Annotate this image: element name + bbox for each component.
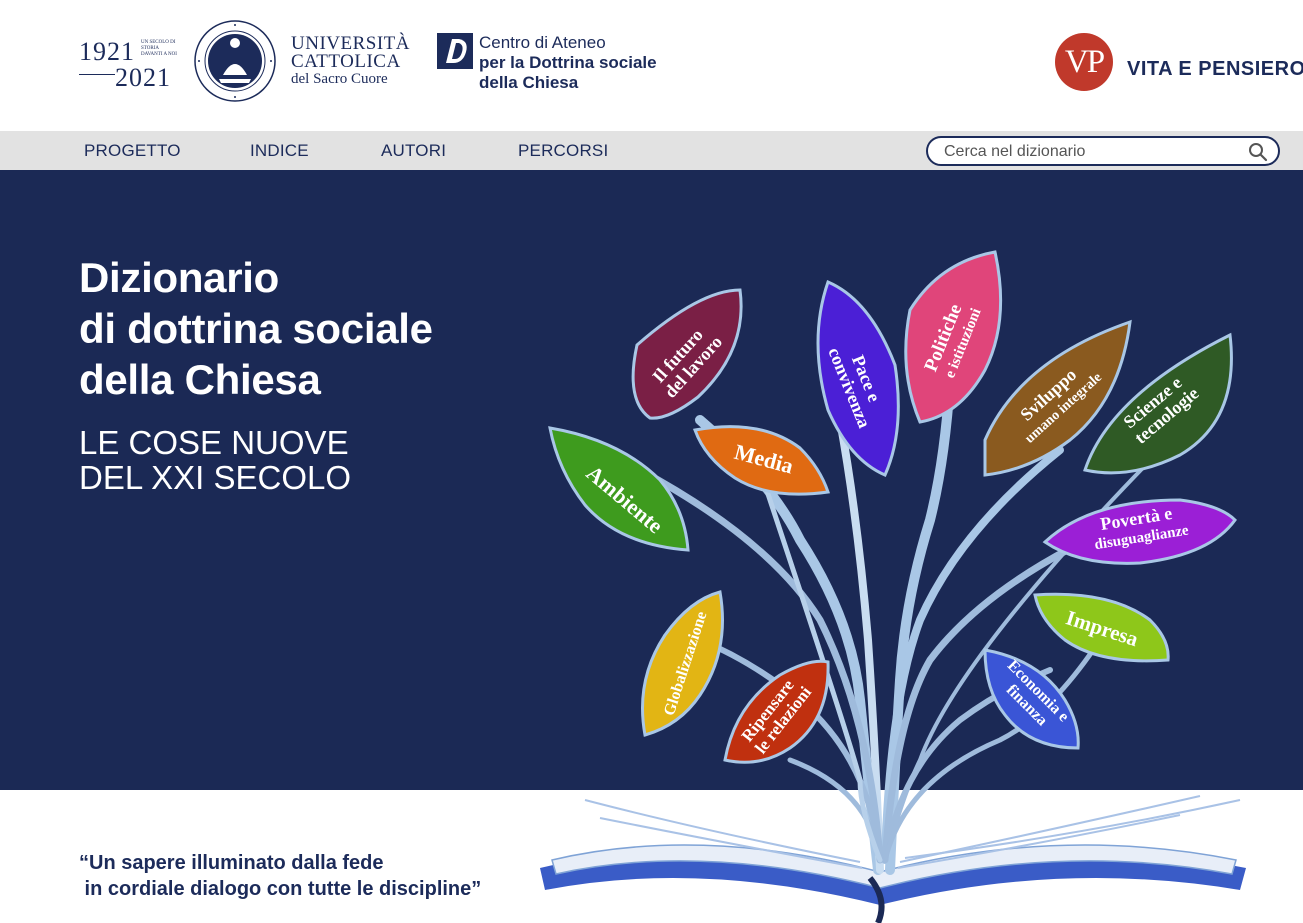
publisher-monogram: VP <box>1055 33 1113 91</box>
main-nav: PROGETTO INDICE AUTORI PERCORSI <box>0 131 1303 170</box>
centro-name-line3: della Chiesa <box>479 73 579 92</box>
hero-title-line2: di dottrina sociale <box>79 305 433 352</box>
nav-item-indice[interactable]: INDICE <box>250 131 309 170</box>
university-name-line2: CATTOLICA <box>291 51 401 72</box>
university-name-line3: del Sacro Cuore <box>291 71 388 87</box>
hero-subtitle-line2: DEL XXI SECOLO <box>79 459 352 496</box>
motto-quote: “Un sapere illuminato dalla fede in cord… <box>79 850 481 902</box>
quote-section: “Un sapere illuminato dalla fede in cord… <box>0 790 1303 923</box>
centro-name-line2: per la Dottrina sociale <box>479 53 657 72</box>
search-box <box>926 136 1280 166</box>
anniversary-divider <box>79 74 115 75</box>
search-input[interactable] <box>944 141 1244 163</box>
centro-name-line1: Centro di Ateneo <box>479 33 606 52</box>
hero-subtitle: LE COSE NUOVE DEL XXI SECOLO <box>79 425 351 495</box>
publisher-logo[interactable]: VP VITA E PENSIERO <box>1055 33 1303 91</box>
search-icon[interactable] <box>1248 142 1268 162</box>
publisher-name: VITA E PENSIERO <box>1127 58 1303 80</box>
hero-title: Dizionario di dottrina sociale della Chi… <box>79 252 433 405</box>
university-name: UNIVERSITÀ CATTOLICA del Sacro Cuore <box>291 34 410 87</box>
centro-logo[interactable]: Centro di Ateneo per la Dottrina sociale… <box>437 33 697 93</box>
hero-title-line1: Dizionario <box>79 254 280 301</box>
nav-item-autori[interactable]: AUTORI <box>381 131 446 170</box>
centro-name: Centro di Ateneo per la Dottrina sociale… <box>479 33 657 93</box>
hero-subtitle-line1: LE COSE NUOVE <box>79 424 349 461</box>
motto-quote-line2: in cordiale dialogo con tutte le discipl… <box>79 878 482 900</box>
university-logo[interactable]: 1921 UN SECOLO DI STORIA DAVANTI A NOI 2… <box>79 19 410 103</box>
motto-quote-line1: “Un sapere illuminato dalla fede <box>79 852 384 874</box>
nav-item-percorsi[interactable]: PERCORSI <box>518 131 608 170</box>
hero-banner: Dizionario di dottrina sociale della Chi… <box>0 170 1303 790</box>
university-seal-icon <box>194 20 276 102</box>
centro-d-icon <box>437 33 473 69</box>
anniversary-motto: UN SECOLO DI STORIA DAVANTI A NOI <box>141 40 177 57</box>
hero-title-line3: della Chiesa <box>79 356 321 403</box>
anniversary-end-year: 2021 <box>115 63 171 92</box>
nav-item-progetto[interactable]: PROGETTO <box>84 131 181 170</box>
site-header: 1921 UN SECOLO DI STORIA DAVANTI A NOI 2… <box>0 0 1303 131</box>
